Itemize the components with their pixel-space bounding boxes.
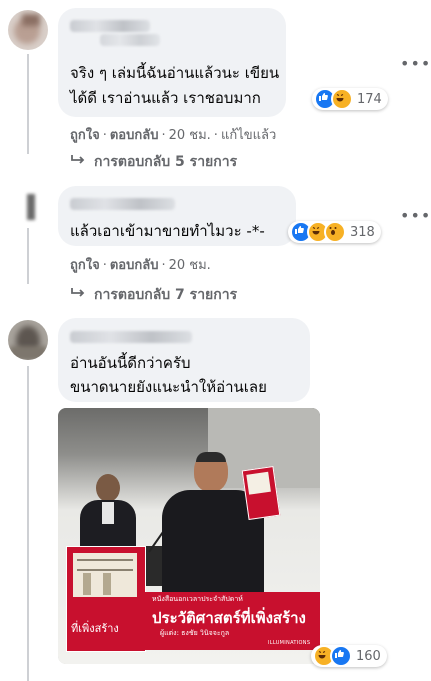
- thread-line: [27, 366, 29, 681]
- reaction-summary[interactable]: 174: [312, 88, 388, 110]
- photo-book-cover: ที่เพิ่งสร้าง: [66, 546, 146, 652]
- commenter-avatar[interactable]: [8, 320, 48, 360]
- comment-text-line-2: ได้ดี เราอ่านแล้ว เราชอบมาก: [70, 89, 261, 107]
- reaction-count: 318: [350, 224, 375, 240]
- banner-publisher: ILLUMINATIONS: [268, 640, 311, 646]
- reaction-count: 174: [357, 91, 382, 107]
- like-reaction-icon: [330, 645, 352, 667]
- edited-label: แก้ไขแล้ว: [220, 128, 277, 143]
- thread-line: [27, 54, 29, 154]
- commenter-avatar[interactable]: [8, 10, 48, 50]
- wow-reaction-icon: [324, 221, 346, 243]
- reaction-count: 160: [356, 648, 381, 664]
- view-replies-link[interactable]: การตอบกลับ 7 รายการ: [70, 284, 237, 306]
- commenter-name[interactable]: [70, 198, 175, 210]
- comment-text-line-1: แล้วเอาเข้ามาขายทำไมวะ -*-: [70, 222, 265, 240]
- photo-held-book: [241, 466, 281, 520]
- replies-label: การตอบกลับ 7 รายการ: [94, 287, 238, 303]
- view-replies-link[interactable]: การตอบกลับ 5 รายการ: [70, 151, 237, 173]
- commenter-name-tail[interactable]: [100, 34, 160, 46]
- commenter-name[interactable]: [70, 20, 150, 32]
- like-link[interactable]: ถูกใจ: [70, 258, 100, 273]
- reply-link[interactable]: ตอบกลับ: [110, 258, 159, 273]
- like-link[interactable]: ถูกใจ: [70, 128, 100, 143]
- banner-subtitle: หนังสือนอกเวลาประจำสัปดาห์: [152, 595, 243, 603]
- comment-text-line-1: จริง ๆ เล่มนี้ฉันอ่านแล้วนะ เขียน: [70, 64, 280, 82]
- comment-actions: ถูกใจ · ตอบกลับ · 20 ชม. · แก้ไขแล้ว: [70, 128, 277, 143]
- comment-text-line-2: ขนาดนายยังแนะนำให้อ่านเลย: [70, 378, 267, 396]
- reply-arrow-icon: [70, 154, 88, 170]
- more-options-icon[interactable]: •••: [400, 54, 431, 73]
- comment-text-line-1: อ่านอันนี้ดีกว่าครับ: [70, 354, 191, 372]
- photo-red-banner: หนังสือนอกเวลาประจำสัปดาห์ ประวัติศาสตร์…: [144, 592, 320, 650]
- comment-actions: ถูกใจ · ตอบกลับ · 20 ชม.: [70, 258, 211, 273]
- banner-author: ผู้แต่ง: ธงชัย วินิจจะกูล: [160, 629, 230, 637]
- replies-label: การตอบกลับ 5 รายการ: [94, 154, 238, 170]
- comment-time[interactable]: 20 ชม.: [169, 128, 211, 143]
- reaction-summary[interactable]: 160: [311, 645, 387, 667]
- comment-time[interactable]: 20 ชม.: [169, 258, 211, 273]
- haha-reaction-icon: [331, 88, 353, 110]
- small-book-title: ที่เพิ่งสร้าง: [71, 622, 119, 635]
- comment-attached-photo[interactable]: ที่เพิ่งสร้าง หนังสือนอกเวลาประจำสัปดาห์…: [58, 408, 320, 664]
- thread-line: [27, 228, 29, 284]
- more-options-icon[interactable]: •••: [400, 206, 431, 225]
- commenter-name[interactable]: [70, 331, 192, 343]
- reply-arrow-icon: [70, 287, 88, 303]
- reaction-summary[interactable]: 318: [288, 221, 381, 243]
- reply-link[interactable]: ตอบกลับ: [110, 128, 159, 143]
- commenter-avatar[interactable]: [14, 190, 48, 224]
- banner-title: ประวัติศาสตร์ที่เพิ่งสร้าง: [152, 609, 306, 627]
